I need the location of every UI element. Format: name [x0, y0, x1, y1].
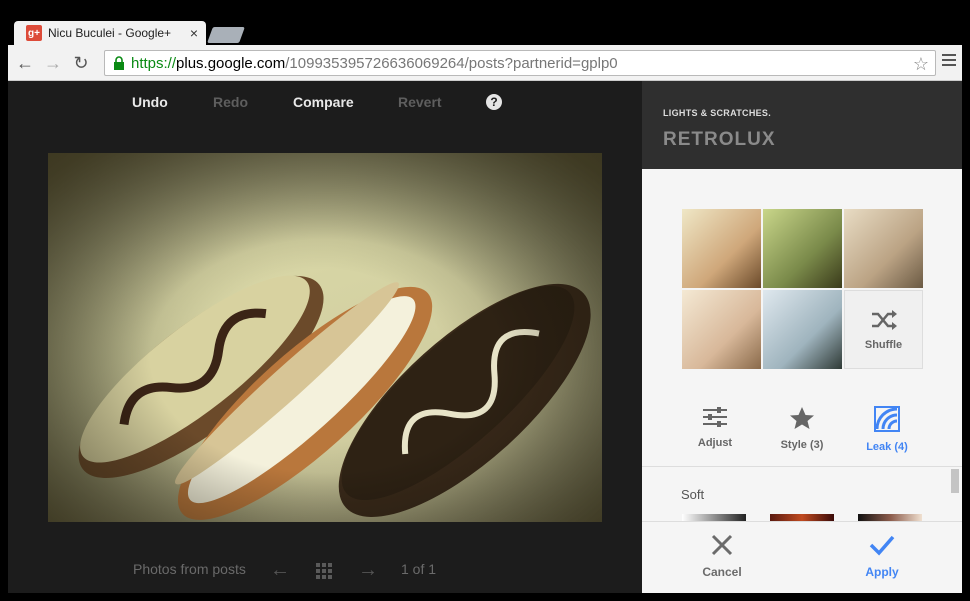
soft-section-label: Soft: [681, 487, 705, 502]
filter-name: RETROLUX: [663, 129, 776, 150]
forward-arrow-icon[interactable]: →: [42, 52, 64, 74]
edited-photo: [48, 153, 602, 522]
new-tab-button[interactable]: [207, 27, 245, 43]
filter-variations: Shuffle: [682, 209, 923, 369]
reload-icon[interactable]: ↻: [70, 52, 92, 74]
variation-thumbnail[interactable]: [763, 209, 842, 288]
browser-toolbar: ← → ↻ https:// plus.google.com /10993539…: [8, 45, 962, 81]
url-host: plus.google.com: [176, 54, 286, 72]
filter-header: LIGHTS & SCRATCHES. RETROLUX: [642, 81, 962, 169]
filter-panel: LIGHTS & SCRATCHES. RETROLUX Shuffle Adj…: [642, 81, 962, 593]
address-bar[interactable]: https:// plus.google.com /10993539572663…: [104, 50, 936, 76]
redo-button[interactable]: Redo: [213, 94, 248, 110]
close-icon: [711, 534, 733, 556]
leak-label: Leak (4): [866, 441, 908, 453]
edit-actions-bar: Undo Redo Compare Revert ?: [8, 94, 642, 114]
divider: [642, 466, 962, 467]
apply-label: Apply: [865, 565, 899, 579]
tab-title: Nicu Buculei - Google+: [48, 26, 172, 40]
apply-button[interactable]: Apply: [852, 534, 912, 579]
variation-thumbnail[interactable]: [763, 290, 842, 369]
lock-icon: [114, 56, 124, 70]
photos-from-posts-label: Photos from posts: [133, 561, 246, 577]
close-tab-icon[interactable]: ×: [190, 25, 198, 41]
url-scheme: https://: [131, 54, 177, 72]
checkmark-icon: [869, 535, 895, 556]
next-photo-arrow-icon[interactable]: →: [358, 559, 378, 582]
filter-subtitle: LIGHTS & SCRATCHES.: [663, 108, 772, 118]
style-mode-button[interactable]: Style (3): [757, 406, 847, 451]
chrome-menu-icon[interactable]: [942, 54, 956, 69]
grid-view-icon[interactable]: [316, 563, 332, 579]
compare-button[interactable]: Compare: [293, 94, 354, 110]
leak-icon: [874, 406, 900, 432]
filter-modes: Adjust Style (3) Leak (4): [642, 406, 962, 466]
revert-button[interactable]: Revert: [398, 94, 442, 110]
star-icon: [790, 407, 814, 429]
help-icon[interactable]: ?: [486, 94, 502, 110]
photo-pager: Photos from posts ← → 1 of 1: [8, 559, 642, 582]
scrollbar[interactable]: [951, 469, 959, 493]
eclairs-image: [48, 153, 602, 522]
page-counter: 1 of 1: [401, 561, 437, 577]
variation-thumbnail[interactable]: [844, 209, 923, 288]
action-bar: Cancel Apply: [642, 521, 962, 593]
variation-thumbnail[interactable]: [682, 290, 761, 369]
shuffle-label: Shuffle: [864, 338, 903, 351]
variation-thumbnail[interactable]: [682, 209, 761, 288]
browser-tab[interactable]: g+ Nicu Buculei - Google+ ×: [14, 21, 206, 45]
shuffle-icon: [871, 309, 897, 330]
photo-editor: Undo Redo Compare Revert ? Photos from p…: [8, 81, 642, 593]
adjust-label: Adjust: [697, 437, 733, 449]
shuffle-button[interactable]: Shuffle: [844, 290, 923, 369]
cancel-button[interactable]: Cancel: [692, 534, 752, 579]
url-path: /109935395726636069264/posts?partnerid=g…: [285, 54, 618, 72]
previous-photo-arrow-icon[interactable]: ←: [270, 559, 290, 582]
style-label: Style (3): [780, 439, 824, 451]
leak-mode-button[interactable]: Leak (4): [842, 406, 932, 453]
adjust-mode-button[interactable]: Adjust: [670, 406, 760, 449]
browser-chrome: g+ Nicu Buculei - Google+ × ← → ↻ https:…: [0, 0, 970, 81]
back-arrow-icon[interactable]: ←: [14, 52, 36, 74]
bookmark-star-icon[interactable]: ☆: [913, 54, 929, 75]
google-plus-favicon-icon: g+: [26, 25, 42, 41]
undo-button[interactable]: Undo: [132, 94, 168, 110]
sliders-icon: [703, 407, 727, 427]
cancel-label: Cancel: [702, 565, 742, 579]
